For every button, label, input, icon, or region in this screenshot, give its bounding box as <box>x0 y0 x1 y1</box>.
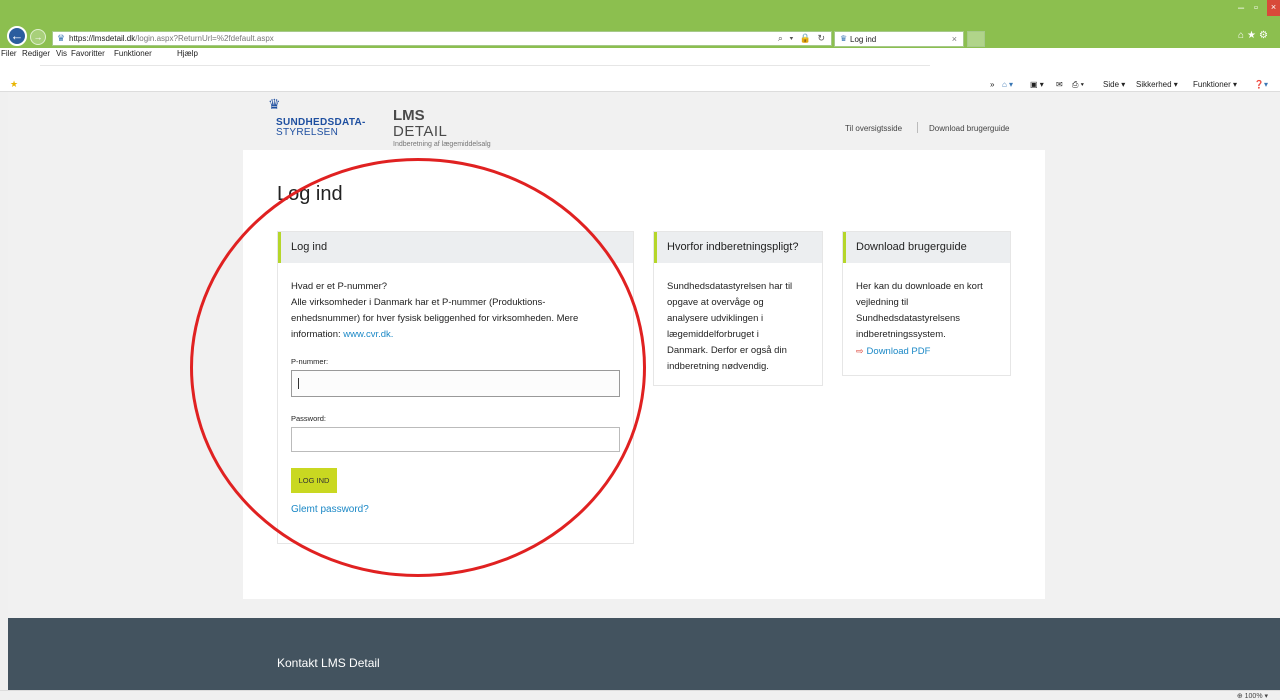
status-bar: ⊕ 100% ▾ <box>0 690 1280 700</box>
address-url: https://lmsdetail.dk/login.aspx?ReturnUr… <box>69 34 274 43</box>
why-line: lægemiddelforbruget i <box>667 329 759 340</box>
why-card-body: Sundhedsdatastyrelsen har til opgave at … <box>667 279 822 375</box>
why-line: Sundhedsdatastyrelsen har til <box>667 281 793 292</box>
menu-view[interactable]: Vis <box>56 49 67 58</box>
address-bar[interactable]: ♛ https://lmsdetail.dk/login.aspx?Return… <box>52 31 832 46</box>
address-tools-icon[interactable]: ⌕ ▾ 🔒 ↻ <box>778 33 827 44</box>
minimize-icon[interactable]: – <box>1238 2 1244 14</box>
download-card-header: Download brugerguide <box>843 232 1010 263</box>
why-line: analysere udviklingen i <box>667 313 764 324</box>
help-icon[interactable]: ❓▾ <box>1254 80 1268 89</box>
command-bar: ★ » ⌂ ▾ ▣ ▾ ✉ ⎙ ▾ Side ▾ Sikkerhed ▾ Fun… <box>0 59 1280 92</box>
pdf-icon: ⇨ <box>856 346 864 356</box>
why-line: indberetning nødvendig. <box>667 361 769 372</box>
crown-logo-icon: ♛ <box>268 96 281 112</box>
download-line: Her kan du downloade en kort <box>856 281 983 292</box>
why-card-title: Hvorfor indberetningspligt? <box>667 241 799 253</box>
zoom-level[interactable]: ⊕ 100% ▾ <box>1237 692 1268 700</box>
home-icon[interactable]: ⌂ ▾ <box>1002 80 1013 89</box>
feeds-icon[interactable]: ▣ ▾ <box>1030 80 1044 89</box>
tab-title: Log ind <box>850 35 877 44</box>
favorites-divider <box>40 65 930 66</box>
why-line: Danmark. Derfor er også din <box>667 345 787 356</box>
window-close-icon[interactable]: × <box>1267 0 1280 16</box>
download-pdf-row: ⇨ Download PDF <box>856 343 1010 360</box>
new-tab-button[interactable] <box>967 31 985 47</box>
browser-tab[interactable]: ♛ Log ind × <box>834 31 964 47</box>
chevron-icon[interactable]: » <box>990 80 994 89</box>
site-favicon-icon: ♛ <box>57 33 66 43</box>
app-subtitle: Indberetning af lægemiddelsalg <box>393 141 491 148</box>
download-line: indberetningssystem. <box>856 329 946 340</box>
menu-tools[interactable]: Funktioner <box>114 49 152 58</box>
download-card-body: Her kan du downloade en kort vejledning … <box>856 279 1010 360</box>
close-tab-icon[interactable]: × <box>952 34 957 44</box>
download-card-title: Download brugerguide <box>856 241 967 253</box>
menu-help[interactable]: Hjælp <box>177 49 198 58</box>
app-name-lms: LMS <box>393 107 425 124</box>
tools-menu[interactable]: Funktioner ▾ <box>1193 80 1237 89</box>
annotation-circle <box>190 158 646 577</box>
download-line: vejledning til <box>856 297 909 308</box>
favorites-star-icon[interactable]: ★ <box>10 79 18 90</box>
menu-file[interactable]: Filer <box>1 49 17 58</box>
print-icon[interactable]: ⎙ ▾ <box>1072 80 1084 90</box>
forward-arrow-icon[interactable]: → <box>30 29 46 45</box>
page-footer <box>8 618 1280 690</box>
overview-link[interactable]: Til oversigtsside <box>845 124 902 133</box>
mail-icon[interactable]: ✉ <box>1056 80 1063 89</box>
app-name-detail: DETAIL <box>393 123 448 140</box>
footer-contact: Kontakt LMS Detail <box>277 656 380 670</box>
back-arrow-icon[interactable]: ← <box>7 26 27 46</box>
tab-favicon-icon: ♛ <box>840 34 848 43</box>
download-line: Sundhedsdatastyrelsens <box>856 313 961 324</box>
why-line: opgave at overvåge og <box>667 297 764 308</box>
menu-bar: Filer Rediger Vis Favoritter Funktioner … <box>0 48 1280 59</box>
why-card-header: Hvorfor indberetningspligt? <box>654 232 822 263</box>
safety-menu[interactable]: Sikkerhed ▾ <box>1136 80 1178 89</box>
logo-line2: STYRELSEN <box>276 127 339 138</box>
maximize-icon[interactable]: ▫ <box>1254 2 1258 14</box>
download-pdf-link[interactable]: Download PDF <box>867 346 931 357</box>
page-menu[interactable]: Side ▾ <box>1103 80 1125 89</box>
download-guide-link[interactable]: Download brugerguide <box>929 124 1010 133</box>
home-favorites-icons[interactable]: ⌂★⚙ <box>1238 30 1271 41</box>
menu-favorites[interactable]: Favoritter <box>71 49 105 58</box>
menu-edit[interactable]: Rediger <box>22 49 50 58</box>
header-link-divider <box>917 122 918 133</box>
